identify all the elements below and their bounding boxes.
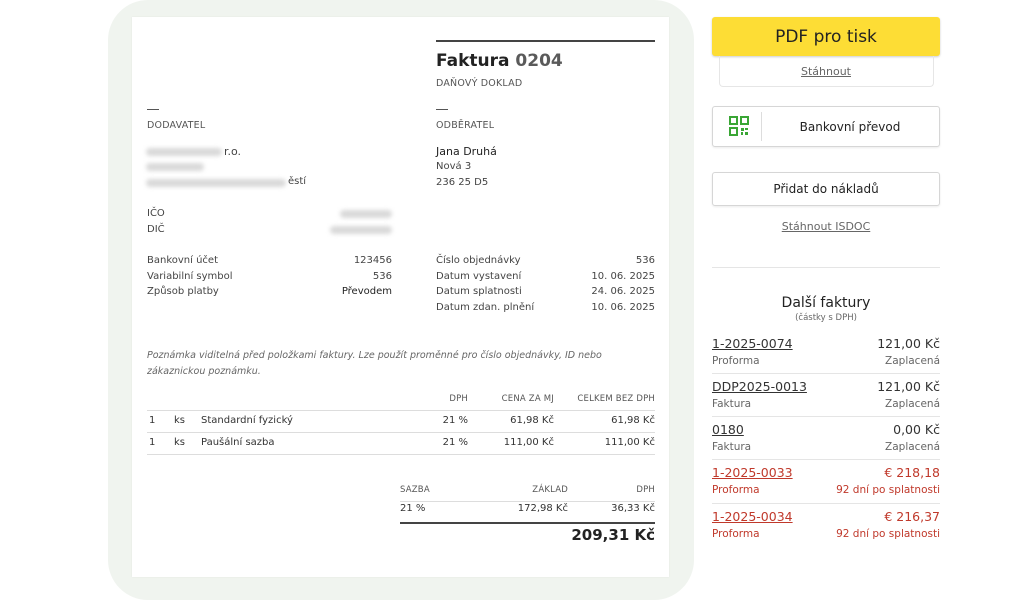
item-1-unit-price: 61,98 Kč xyxy=(510,415,554,426)
add-to-costs-button[interactable]: Přidat do nákladů xyxy=(712,172,940,206)
payment-method-value: Převodem xyxy=(341,286,392,297)
customer-dash xyxy=(436,109,448,110)
download-isdoc-link[interactable]: Stáhnout ISDOC xyxy=(712,220,940,233)
other-invoices-title: Další faktury xyxy=(781,295,871,311)
summary-header-rate: SAZBA xyxy=(400,485,430,495)
supplier-label: DODAVATEL xyxy=(147,120,206,131)
item-1-vat: 21 % xyxy=(442,415,468,426)
bank-transfer-label: Bankovní převod xyxy=(799,120,901,134)
due-date-value: 24. 06. 2025 xyxy=(591,286,655,297)
summary-header-base: ZÁKLAD xyxy=(532,485,568,495)
other-invoice-2-rule xyxy=(712,416,940,417)
summary-rate: 21 % xyxy=(400,503,426,514)
taxable-date-label: Datum zdan. plnění xyxy=(436,302,535,313)
item-1-name: Standardní fyzický xyxy=(201,415,293,426)
download-link[interactable]: Stáhnout xyxy=(712,65,940,78)
document-type: DAŇOVÝ DOKLAD xyxy=(436,78,523,89)
variable-symbol-label: Variabilní symbol xyxy=(147,271,233,282)
redacted-supplier-city xyxy=(146,179,286,187)
other-invoice-1-status: Zaplacená xyxy=(885,355,940,367)
title-rule xyxy=(436,40,655,42)
variable-symbol-value: 536 xyxy=(372,271,392,282)
other-invoice-4-number[interactable]: 1-2025-0033 xyxy=(712,465,793,480)
other-invoice-4-status: 92 dní po splatnosti xyxy=(836,484,940,496)
sidebar-divider xyxy=(712,267,940,268)
summary-header-vat: DPH xyxy=(636,485,655,495)
bank-account-label: Bankovní účet xyxy=(147,255,219,266)
items-header-vat: DPH xyxy=(449,394,468,404)
bank-transfer-button[interactable]: Bankovní převod xyxy=(712,106,940,147)
redacted-dic xyxy=(330,226,392,234)
invoice-title-prefix: Faktura xyxy=(436,51,510,71)
items-header-total: CELKEM BEZ DPH xyxy=(577,394,655,404)
qr-code-icon xyxy=(728,115,750,137)
other-invoice-2-number[interactable]: DDP2025-0013 xyxy=(712,379,807,394)
item-1-qty: 1 xyxy=(149,415,156,426)
invoice-title: Faktura 0204 xyxy=(436,51,563,71)
item-1-rule xyxy=(147,432,655,433)
bank-transfer-separator xyxy=(761,112,762,141)
issue-date-value: 10. 06. 2025 xyxy=(591,271,655,282)
item-1-unit: ks xyxy=(174,415,186,426)
redacted-ico xyxy=(340,210,392,218)
redacted-supplier-street xyxy=(146,163,204,171)
customer-street: Nová 3 xyxy=(436,161,472,172)
other-invoice-3-type: Faktura xyxy=(712,441,752,453)
customer-label: ODBĚRATEL xyxy=(436,120,495,131)
other-invoice-1-amount: 121,00 Kč xyxy=(877,336,940,351)
other-invoice-4-rule xyxy=(712,503,940,504)
items-header-rule xyxy=(147,410,655,411)
customer-zip-city: 236 25 D5 xyxy=(436,177,489,188)
invoice-note: Poznámka viditelná před položkami faktur… xyxy=(147,350,602,377)
summary-vat: 36,33 Kč xyxy=(611,503,655,514)
other-invoice-1-number[interactable]: 1-2025-0074 xyxy=(712,336,793,351)
summary-header-rule xyxy=(400,501,655,502)
other-invoice-1-rule xyxy=(712,373,940,374)
other-invoice-3-number[interactable]: 0180 xyxy=(712,422,744,437)
item-2-name: Paušální sazba xyxy=(201,437,275,448)
other-invoice-5-number[interactable]: 1-2025-0034 xyxy=(712,509,793,524)
item-2-vat: 21 % xyxy=(442,437,468,448)
other-invoice-1-type: Proforma xyxy=(712,355,760,367)
other-invoices-subtitle: (částky s DPH) xyxy=(795,313,857,323)
grand-total: 209,31 Kč xyxy=(571,526,655,544)
order-number-value: 536 xyxy=(635,255,655,266)
bank-account-value: 123456 xyxy=(353,255,392,266)
other-invoice-2-amount: 121,00 Kč xyxy=(877,379,940,394)
invoice-document: Faktura 0204 DAŇOVÝ DOKLAD DODAVATEL r.o… xyxy=(132,17,669,577)
item-2-total: 111,00 Kč xyxy=(604,437,655,448)
supplier-dash xyxy=(147,109,159,110)
invoice-number: 0204 xyxy=(515,51,563,71)
payment-method-label: Způsob platby xyxy=(147,286,219,297)
pdf-print-button[interactable]: PDF pro tisk xyxy=(712,17,940,56)
issue-date-label: Datum vystavení xyxy=(436,271,522,282)
dic-label: DIČ xyxy=(147,224,165,235)
order-number-label: Číslo objednávky xyxy=(436,255,521,266)
item-2-rule xyxy=(147,454,655,455)
other-invoice-5-amount: € 216,37 xyxy=(884,509,940,524)
supplier-name-suffix: r.o. xyxy=(224,145,242,158)
ico-label: IČO xyxy=(147,208,165,219)
item-1-total: 61,98 Kč xyxy=(611,415,655,426)
taxable-date-value: 10. 06. 2025 xyxy=(591,302,655,313)
other-invoice-5-type: Proforma xyxy=(712,528,760,540)
other-invoice-3-amount: 0,00 Kč xyxy=(893,422,940,437)
item-2-unit: ks xyxy=(174,437,186,448)
other-invoice-3-status: Zaplacená xyxy=(885,441,940,453)
items-header-unit-price: CENA ZA MJ xyxy=(501,394,554,404)
other-invoice-2-status: Zaplacená xyxy=(885,398,940,410)
total-rule xyxy=(400,522,655,524)
due-date-label: Datum splatnosti xyxy=(436,286,522,297)
other-invoice-5-status: 92 dní po splatnosti xyxy=(836,528,940,540)
item-2-unit-price: 111,00 Kč xyxy=(503,437,554,448)
redacted-supplier-name xyxy=(146,148,222,156)
supplier-city-suffix: ěstí xyxy=(288,176,307,187)
customer-name: Jana Druhá xyxy=(436,145,497,158)
other-invoice-4-type: Proforma xyxy=(712,484,760,496)
summary-base: 172,98 Kč xyxy=(517,503,568,514)
other-invoice-4-amount: € 218,18 xyxy=(884,465,940,480)
item-2-qty: 1 xyxy=(149,437,156,448)
other-invoice-3-rule xyxy=(712,459,940,460)
other-invoice-2-type: Faktura xyxy=(712,398,752,410)
